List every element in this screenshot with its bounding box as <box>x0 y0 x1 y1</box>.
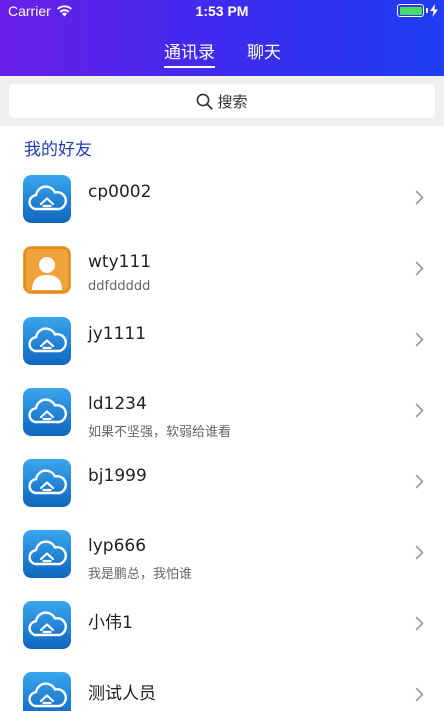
chevron-right-icon <box>415 616 424 635</box>
cloud-avatar-icon <box>23 601 71 649</box>
chevron-right-icon <box>415 687 424 706</box>
charging-icon <box>430 4 438 17</box>
friend-name: wty111 <box>88 252 152 272</box>
chevron-right-icon <box>415 190 424 209</box>
chevron-right-icon <box>415 545 424 564</box>
friend-row[interactable]: wty111 ddfddddd <box>0 233 444 304</box>
cloud-avatar-icon <box>23 317 71 365</box>
cloud-avatar-icon <box>23 459 71 507</box>
search-button[interactable]: 搜索 <box>9 84 435 118</box>
search-label: 搜索 <box>217 92 248 111</box>
friend-row[interactable]: ld1234 如果不坚强，软弱给谁看 <box>0 375 444 446</box>
friend-row[interactable]: cp0002 <box>0 162 444 233</box>
battery-tip <box>426 8 428 13</box>
friend-name: 小伟1 <box>88 613 133 633</box>
header-bar: Carrier 1:53 PM 通讯录 聊天 <box>0 0 444 76</box>
search-icon <box>197 93 214 110</box>
friend-row[interactable]: bj1999 <box>0 446 444 517</box>
active-tab-indicator <box>164 66 215 68</box>
tab-bar: 通讯录 聊天 <box>0 36 444 70</box>
chevron-right-icon <box>415 474 424 493</box>
cloud-avatar-icon <box>23 388 71 436</box>
battery-icon <box>397 4 424 17</box>
tab-contacts[interactable]: 通讯录 <box>164 38 215 63</box>
friend-name: lyp666 <box>88 536 147 556</box>
friend-row[interactable]: lyp666 我是鹏总，我怕谁 <box>0 517 444 588</box>
cloud-avatar-icon <box>23 175 71 223</box>
friend-signature: 如果不坚强，软弱给谁看 <box>88 425 232 440</box>
section-title-friends: 我的好友 <box>24 140 92 160</box>
cloud-avatar-icon <box>23 672 71 711</box>
friend-list: cp0002 wty111ddfddddd jy1111 ld1234如果不 <box>0 162 444 711</box>
friend-signature: 我是鹏总，我怕谁 <box>88 567 193 582</box>
friend-row[interactable]: 测试人员 <box>0 659 444 711</box>
status-time: 1:53 PM <box>195 3 249 19</box>
friend-name: ld1234 <box>88 394 147 414</box>
chevron-right-icon <box>415 261 424 280</box>
chevron-right-icon <box>415 332 424 351</box>
friend-row[interactable]: jy1111 <box>0 304 444 375</box>
tab-chat[interactable]: 聊天 <box>247 38 281 63</box>
friend-signature: ddfddddd <box>88 279 151 294</box>
friend-name: cp0002 <box>88 182 152 202</box>
person-avatar-icon <box>23 246 71 294</box>
friend-row[interactable]: 小伟1 <box>0 588 444 659</box>
status-bar: Carrier 1:53 PM <box>0 0 444 22</box>
cloud-avatar-icon <box>23 530 71 578</box>
search-area: 搜索 <box>0 76 444 126</box>
friend-name: bj1999 <box>88 466 147 486</box>
chevron-right-icon <box>415 403 424 422</box>
battery-group <box>397 4 438 17</box>
friend-name: 测试人员 <box>88 684 156 704</box>
friend-name: jy1111 <box>88 324 147 344</box>
